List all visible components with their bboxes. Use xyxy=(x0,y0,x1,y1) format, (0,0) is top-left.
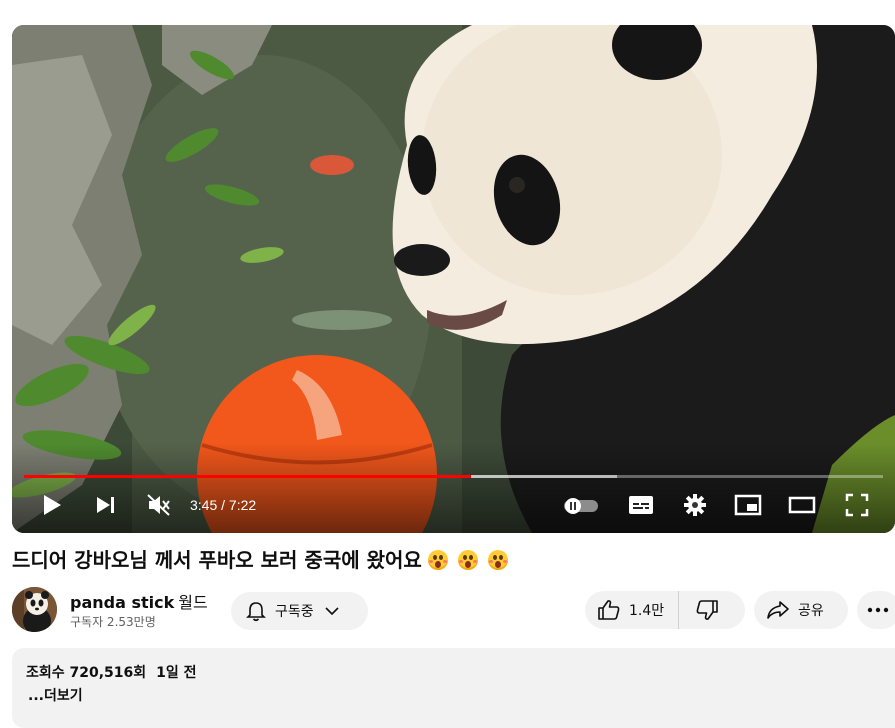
share-button[interactable]: 공유 xyxy=(754,591,848,629)
show-more-link[interactable]: ...더보기 xyxy=(28,685,83,705)
channel-avatar[interactable] xyxy=(12,587,57,632)
subscribed-label: 구독중 xyxy=(275,604,314,620)
time-separator: / xyxy=(217,497,229,513)
progress-bar[interactable] xyxy=(24,475,883,478)
more-horizontal-icon xyxy=(867,607,889,613)
video-title-text: 드디어 강바오님 께서 푸바오 보러 중국에 왔어요 xyxy=(12,548,422,572)
play-button[interactable] xyxy=(38,487,66,523)
time-total: 7:22 xyxy=(228,497,257,513)
like-button[interactable]: 1.4만 xyxy=(585,591,680,629)
theater-mode-button[interactable] xyxy=(785,487,819,523)
subtitles-button[interactable] xyxy=(624,487,658,523)
like-dislike-group: 1.4만 xyxy=(585,591,745,629)
more-actions-button[interactable] xyxy=(857,591,895,629)
subscribed-button[interactable]: 구독중 xyxy=(231,592,368,630)
share-label: 공유 xyxy=(798,603,824,619)
theater-mode-icon xyxy=(788,496,816,514)
fullscreen-icon xyxy=(845,493,869,517)
miniplayer-icon xyxy=(734,494,762,516)
settings-gear-icon xyxy=(684,494,706,516)
chevron-down-icon xyxy=(325,607,339,616)
upload-date: 1일 전 xyxy=(156,665,197,681)
mute-button[interactable] xyxy=(144,487,174,523)
channel-name-suffix[interactable]: 월드 xyxy=(178,593,207,612)
panda-avatar-image xyxy=(12,587,57,632)
view-stats: 조회수 720,516회 1일 전 xyxy=(26,662,197,682)
bell-icon xyxy=(246,602,266,622)
thumbs-up-icon xyxy=(598,600,620,620)
time-display: 3:45 / 7:22 xyxy=(190,495,256,515)
video-title: 드디어 강바오님 께서 푸바오 보러 중국에 왔어요 xyxy=(12,545,508,575)
description-box[interactable]: 조회수 720,516회 1일 전 ...더보기 xyxy=(12,648,895,728)
next-icon xyxy=(97,497,114,513)
miniplayer-button[interactable] xyxy=(731,487,765,523)
play-icon xyxy=(44,495,61,515)
subtitles-icon xyxy=(629,496,653,514)
fullscreen-button[interactable] xyxy=(840,487,874,523)
thumbs-down-icon xyxy=(696,600,718,620)
next-button[interactable] xyxy=(92,487,120,523)
astonished-emoji xyxy=(457,550,478,570)
settings-button[interactable] xyxy=(678,487,712,523)
astonished-emoji xyxy=(487,550,508,570)
time-current: 3:45 xyxy=(190,497,218,513)
astonished-emoji xyxy=(427,550,448,570)
subscriber-count: 구독자 2.53만명 xyxy=(70,615,156,629)
like-count: 1.4만 xyxy=(629,603,665,619)
played-bar xyxy=(24,475,471,478)
channel-name[interactable]: panda stick 월드 xyxy=(70,589,208,613)
mute-icon xyxy=(147,494,170,516)
view-count: 조회수 720,516회 xyxy=(26,665,147,681)
autoplay-toggle-icon xyxy=(564,498,598,514)
video-player[interactable]: 3:45 / 7:22 xyxy=(12,25,895,533)
autoplay-toggle[interactable] xyxy=(561,487,601,523)
channel-name-text[interactable]: panda stick xyxy=(70,593,174,612)
share-arrow-icon xyxy=(767,601,789,619)
dislike-button[interactable] xyxy=(679,591,719,629)
